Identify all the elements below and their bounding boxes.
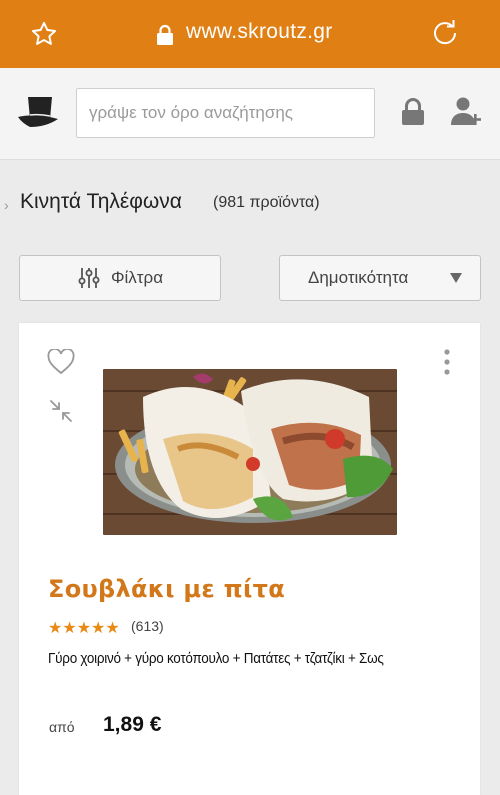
price-from-label: από bbox=[49, 719, 75, 735]
dropdown-arrow-icon bbox=[450, 273, 462, 283]
breadcrumb-chevron-icon[interactable]: › bbox=[4, 197, 9, 213]
login-lock-icon[interactable] bbox=[400, 98, 426, 126]
url-text[interactable]: www.skroutz.gr bbox=[186, 20, 333, 44]
bookmark-star-icon[interactable] bbox=[30, 20, 58, 48]
rating-stars: ★★★★★ bbox=[48, 620, 120, 637]
browser-url-bar: www.skroutz.gr bbox=[0, 0, 500, 68]
search-input[interactable] bbox=[76, 88, 375, 138]
sort-dropdown[interactable]: Δημοτικότητα bbox=[279, 255, 481, 301]
category-header: › Κινητά Τηλέφωνα (981 προϊόντα) bbox=[0, 160, 500, 250]
product-count: (981 προϊόντα) bbox=[213, 194, 320, 211]
review-count[interactable]: (613) bbox=[131, 618, 164, 634]
product-description: Γύρο χοιρινό + γύρο κοτόπουλο + Πατάτες … bbox=[48, 650, 384, 667]
secure-lock-icon bbox=[157, 24, 173, 45]
filters-button[interactable]: Φίλτρα bbox=[19, 255, 221, 301]
site-header bbox=[0, 68, 500, 160]
more-options-icon[interactable] bbox=[443, 349, 451, 375]
filters-label: Φίλτρα bbox=[110, 268, 164, 287]
compare-arrows-icon[interactable] bbox=[49, 399, 73, 423]
skroutz-hat-logo-icon[interactable] bbox=[16, 93, 60, 133]
product-price[interactable]: 1,89 € bbox=[103, 713, 161, 737]
category-title: Κινητά Τηλέφωνα bbox=[20, 190, 182, 213]
sliders-icon bbox=[78, 268, 100, 288]
product-name[interactable]: Σουβλάκι με πίτα bbox=[48, 575, 285, 603]
product-card[interactable]: Σουβλάκι με πίτα ★★★★★ (613) Γύρο χοιριν… bbox=[19, 323, 480, 795]
reload-icon[interactable] bbox=[430, 18, 460, 48]
product-image[interactable] bbox=[103, 369, 397, 535]
sort-label: Δημοτικότητα bbox=[308, 268, 409, 287]
favorite-heart-icon[interactable] bbox=[47, 349, 75, 375]
add-user-icon[interactable] bbox=[450, 96, 482, 126]
